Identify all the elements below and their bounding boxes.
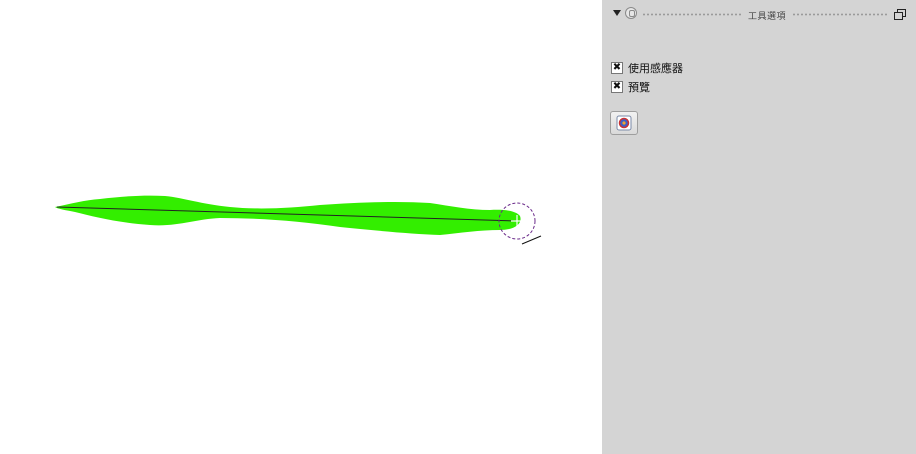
- option-preview[interactable]: ✖ 預覽: [611, 79, 650, 95]
- brush-preset-icon: [616, 115, 632, 131]
- brush-preset-button[interactable]: [610, 111, 638, 135]
- header-grip-right[interactable]: [792, 13, 888, 16]
- panel-title: 工具選項: [748, 12, 787, 22]
- tool-options-panel: 工具選項 ✖ 使用感應器 ✖ 預覽: [602, 0, 916, 454]
- canvas-artwork: [55, 195, 542, 245]
- header-grip-left[interactable]: [642, 13, 742, 16]
- preview-label: 預覽: [628, 81, 650, 94]
- green-brush-stroke: [55, 195, 521, 235]
- lock-dock-icon[interactable]: [625, 7, 637, 19]
- float-panel-icon[interactable]: [894, 9, 906, 20]
- use-sensor-checkbox[interactable]: ✖: [611, 62, 623, 74]
- use-sensor-label: 使用感應器: [628, 62, 683, 75]
- collapse-arrow-icon[interactable]: [613, 10, 621, 16]
- drawing-canvas[interactable]: [0, 0, 602, 454]
- panel-header: 工具選項: [602, 6, 916, 24]
- option-use-sensor[interactable]: ✖ 使用感應器: [611, 60, 683, 76]
- preview-checkbox[interactable]: ✖: [611, 81, 623, 93]
